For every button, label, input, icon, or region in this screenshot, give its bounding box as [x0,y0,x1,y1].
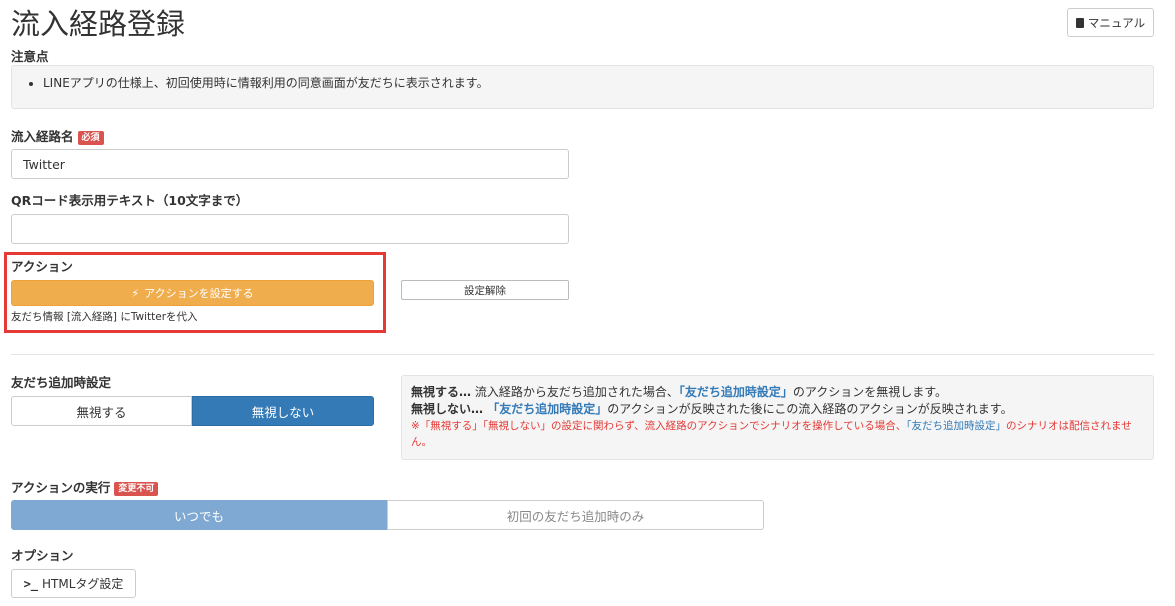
route-name-label: 流入経路名 必須 [11,129,104,145]
book-icon [1075,17,1084,28]
info-line-2: 無視しない… 「友だち追加時設定」のアクションが反映された後にこの流入経路のアク… [411,402,1013,416]
action-description: 友だち情報 [流入経路] にTwitterを代入 [11,311,198,323]
clear-action-button[interactable]: 設定解除 [401,280,569,300]
ignore-option[interactable]: 無視する [11,396,192,426]
first-add-only-option[interactable]: 初回の友だち追加時のみ [387,500,764,530]
unchangeable-badge: 変更不可 [114,482,159,496]
qr-text-label: QRコード表示用テキスト（10文字まで） [11,193,249,208]
notes-label: 注意点 [11,49,49,64]
action-exec-toggle: いつでも 初回の友だち追加時のみ [11,500,764,530]
action-exec-label: アクションの実行 変更不可 [11,480,159,496]
options-label: オプション [11,548,74,563]
anytime-option[interactable]: いつでも [11,500,387,530]
friend-add-setting-link-3[interactable]: 「友だち追加時設定」 [906,420,1006,432]
action-label: アクション [11,259,73,274]
html-tag-button-label: HTMLタグ設定 [42,577,124,591]
notes-item: LINEアプリの仕様上、初回使用時に情報利用の同意画面が友だちに表示されます。 [43,75,489,91]
manual-button-label: マニュアル [1087,15,1146,30]
action-exec-label-text: アクションの実行 [11,480,111,495]
bolt-icon: ⚡ [131,286,140,300]
friend-add-setting-link[interactable]: 「友だち追加時設定」 [679,385,793,399]
not-ignore-option[interactable]: 無視しない [192,396,374,426]
page-title: 流入経路登録 [11,7,186,41]
info-line-1: 無視する… 流入経路から友だち追加された場合、「友だち追加時設定」のアクションを… [411,385,948,399]
friend-add-toggle: 無視する 無視しない [11,396,374,426]
manual-button[interactable]: マニュアル [1067,8,1154,37]
route-name-input[interactable] [11,149,569,179]
divider [11,354,1154,355]
info-warning: ※「無視する」「無視しない」の設定に関わらず、流入経路のアクションでシナリオを操… [411,420,1132,448]
terminal-icon: >_ [23,576,39,591]
notes-box: LINEアプリの仕様上、初回使用時に情報利用の同意画面が友だちに表示されます。 [11,65,1154,109]
required-badge: 必須 [77,131,104,145]
route-name-label-text: 流入経路名 [11,129,74,144]
set-action-button[interactable]: ⚡ アクションを設定する [11,280,374,306]
html-tag-button[interactable]: >_ HTMLタグ設定 [11,569,136,598]
set-action-button-label: アクションを設定する [144,287,254,300]
notes-list: LINEアプリの仕様上、初回使用時に情報利用の同意画面が友だちに表示されます。 [12,75,489,91]
qr-text-input[interactable] [11,214,569,244]
friend-add-info: 無視する… 流入経路から友だち追加された場合、「友だち追加時設定」のアクションを… [401,375,1154,460]
friend-add-setting-link-2[interactable]: 「友だち追加時設定」 [483,402,607,416]
friend-add-label: 友だち追加時設定 [11,375,112,390]
